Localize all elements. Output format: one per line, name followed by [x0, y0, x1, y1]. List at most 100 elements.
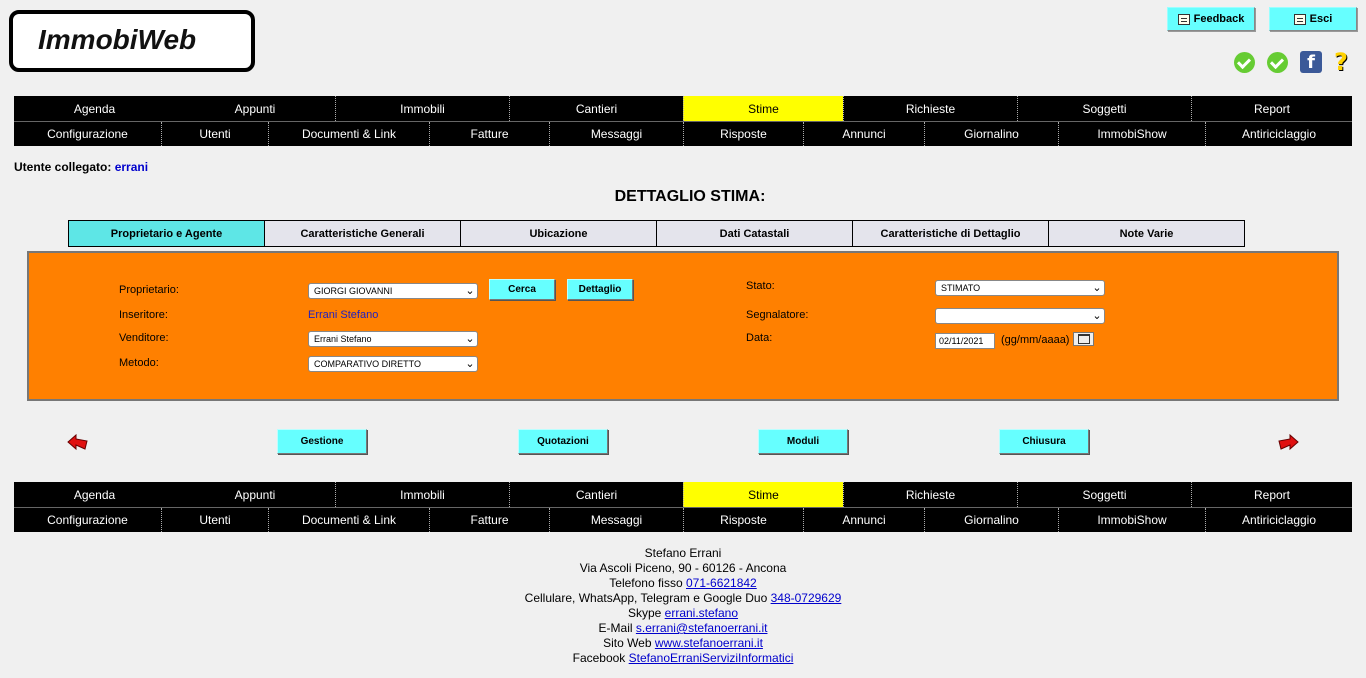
nav-configurazione[interactable]: Configurazione [14, 508, 161, 532]
quotazioni-button[interactable]: Quotazioni [518, 429, 608, 454]
nav-antiriciclaggio[interactable]: Antiriciclaggio [1205, 122, 1352, 146]
logged-user: Utente collegato: errani [14, 160, 149, 174]
nav-richieste[interactable]: Richieste [843, 482, 1017, 507]
footer-phone-line: Telefono fisso 071-6621842 [609, 576, 757, 590]
nav-risposte[interactable]: Risposte [683, 508, 803, 532]
check-icon [1234, 51, 1255, 73]
phone-link[interactable]: 071-6621842 [686, 576, 757, 590]
nav-agenda[interactable]: Agenda [14, 96, 175, 121]
nav-annunci[interactable]: Annunci [803, 508, 924, 532]
footer-address: Via Ascoli Piceno, 90 - 60126 - Ancona [579, 561, 787, 575]
exit-icon [1293, 13, 1306, 25]
nav-annunci[interactable]: Annunci [803, 122, 924, 146]
nav-report[interactable]: Report [1191, 96, 1352, 121]
nav-richieste[interactable]: Richieste [843, 96, 1017, 121]
check-icon [1267, 51, 1288, 73]
facebook-icon[interactable]: f [1300, 51, 1322, 73]
tab-dati-catastali[interactable]: Dati Catastali [656, 220, 853, 247]
chiusura-button[interactable]: Chiusura [999, 429, 1089, 454]
nav-documenti-link[interactable]: Documenti & Link [268, 122, 429, 146]
nav-cantieri[interactable]: Cantieri [509, 482, 683, 507]
stato-label: Stato: [746, 280, 775, 292]
nav-utenti[interactable]: Utenti [161, 122, 268, 146]
data-format-hint: (gg/mm/aaaa) [1001, 334, 1070, 346]
nav-row-1: Agenda Appunti Immobili Cantieri Stime R… [14, 482, 1352, 507]
data-input[interactable]: 02/11/2021 [935, 333, 995, 349]
nav-giornalino[interactable]: Giornalino [924, 508, 1058, 532]
nav-immobili[interactable]: Immobili [335, 482, 509, 507]
chevron-down-icon [463, 359, 477, 369]
nav-fatture[interactable]: Fatture [429, 508, 549, 532]
nav-agenda[interactable]: Agenda [14, 482, 175, 507]
feedback-icon [1177, 13, 1190, 25]
nav-documenti-link[interactable]: Documenti & Link [268, 508, 429, 532]
tab-caratteristiche-generali[interactable]: Caratteristiche Generali [264, 220, 461, 247]
nav-soggetti[interactable]: Soggetti [1017, 96, 1191, 121]
nav-appunti[interactable]: Appunti [175, 96, 335, 121]
calendar-icon[interactable] [1073, 332, 1094, 346]
website-link[interactable]: www.stefanoerrani.it [655, 636, 763, 650]
nav-stime[interactable]: Stime [683, 96, 843, 121]
nav-appunti[interactable]: Appunti [175, 482, 335, 507]
segnalatore-select[interactable] [935, 308, 1105, 324]
logout-button[interactable]: Esci [1269, 7, 1357, 31]
cerca-button[interactable]: Cerca [489, 279, 555, 300]
facebook-link[interactable]: StefanoErraniServiziInformatici [629, 651, 794, 665]
nav-immobishow[interactable]: ImmobiShow [1058, 122, 1205, 146]
back-arrow-icon[interactable] [67, 434, 89, 452]
nav-configurazione[interactable]: Configurazione [14, 122, 161, 146]
proprietario-label: Proprietario: [119, 284, 179, 296]
tab-note-varie[interactable]: Note Varie [1048, 220, 1245, 247]
nav-immobili[interactable]: Immobili [335, 96, 509, 121]
chevron-down-icon [463, 286, 477, 296]
detail-tabs: Proprietario e Agente Caratteristiche Ge… [68, 220, 1245, 247]
nav-immobishow[interactable]: ImmobiShow [1058, 508, 1205, 532]
inseritore-value: Errani Stefano [308, 309, 379, 321]
chevron-down-icon [463, 334, 477, 344]
email-link[interactable]: s.errani@stefanoerrani.it [636, 621, 768, 635]
tab-ubicazione[interactable]: Ubicazione [460, 220, 657, 247]
footer-email-line: E-Mail s.errani@stefanoerrani.it [598, 621, 768, 635]
nav-messaggi[interactable]: Messaggi [549, 122, 683, 146]
nav-row-2: Configurazione Utenti Documenti & Link F… [14, 121, 1352, 146]
status-icons: f ? [1234, 50, 1356, 74]
nav-risposte[interactable]: Risposte [683, 122, 803, 146]
venditore-select[interactable]: Errani Stefano [308, 331, 478, 347]
chevron-down-icon [1090, 283, 1104, 293]
help-icon[interactable]: ? [1334, 50, 1356, 74]
chevron-down-icon [1090, 311, 1104, 321]
skype-link[interactable]: errani.stefano [665, 606, 738, 620]
data-label: Data: [746, 332, 773, 344]
footer-facebook-line: Facebook StefanoErraniServiziInformatici [572, 651, 794, 665]
gestione-button[interactable]: Gestione [277, 429, 367, 454]
forward-arrow-icon[interactable] [1277, 434, 1299, 452]
stato-select[interactable]: STIMATO [935, 280, 1105, 296]
mobile-link[interactable]: 348-0729629 [771, 591, 842, 605]
moduli-button[interactable]: Moduli [758, 429, 848, 454]
dettaglio-button[interactable]: Dettaglio [567, 279, 633, 300]
nav-antiriciclaggio[interactable]: Antiriciclaggio [1205, 508, 1352, 532]
nav-row-2: Configurazione Utenti Documenti & Link F… [14, 507, 1352, 532]
footer-mobile-line: Cellulare, WhatsApp, Telegram e Google D… [524, 591, 842, 605]
metodo-select[interactable]: COMPARATIVO DIRETTO [308, 356, 478, 372]
nav-messaggi[interactable]: Messaggi [549, 508, 683, 532]
metodo-label: Metodo: [119, 357, 159, 369]
nav-soggetti[interactable]: Soggetti [1017, 482, 1191, 507]
nav-giornalino[interactable]: Giornalino [924, 122, 1058, 146]
page-title: DETTAGLIO STIMA: [614, 188, 766, 205]
nav-report[interactable]: Report [1191, 482, 1352, 507]
bottom-nav: Agenda Appunti Immobili Cantieri Stime R… [14, 482, 1352, 532]
footer-name: Stefano Errani [644, 546, 722, 560]
nav-utenti[interactable]: Utenti [161, 508, 268, 532]
inseritore-label: Inseritore: [119, 309, 168, 321]
nav-stime[interactable]: Stime [683, 482, 843, 507]
feedback-button[interactable]: Feedback [1167, 7, 1255, 31]
proprietario-select[interactable]: GIORGI GIOVANNI [308, 283, 478, 299]
top-nav: Agenda Appunti Immobili Cantieri Stime R… [14, 96, 1352, 146]
nav-cantieri[interactable]: Cantieri [509, 96, 683, 121]
tab-caratteristiche-dettaglio[interactable]: Caratteristiche di Dettaglio [852, 220, 1049, 247]
nav-fatture[interactable]: Fatture [429, 122, 549, 146]
footer-web-line: Sito Web www.stefanoerrani.it [603, 636, 763, 650]
footer-skype-line: Skype errani.stefano [627, 606, 739, 620]
tab-proprietario-agente[interactable]: Proprietario e Agente [68, 220, 265, 247]
